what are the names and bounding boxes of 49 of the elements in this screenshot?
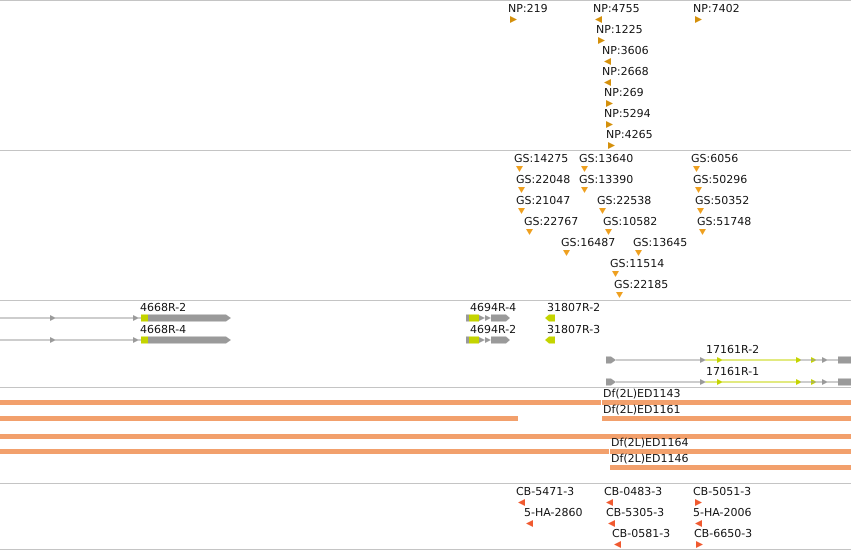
feature-label: GS:13640	[579, 152, 634, 165]
deficiency-label: Df(2L)ED1143	[603, 387, 680, 400]
feature-label: GS:13645	[633, 236, 688, 249]
deficiency-label: Df(2L)ED1164	[611, 436, 688, 449]
feature-label: NP:4265	[606, 128, 653, 141]
feature-label: NP:4755	[593, 2, 640, 15]
feature-label: 5-HA-2860	[524, 506, 582, 519]
transcript-label: 4668R-2	[140, 301, 186, 314]
feature-label: GS:22185	[614, 278, 668, 291]
feature-label: GS:22538	[597, 194, 652, 207]
transcript-label: 17161R-1	[706, 365, 760, 378]
feature-label: CB-5051-3	[693, 485, 752, 498]
feature-label: CB-0581-3	[612, 527, 670, 540]
feature-label: NP:5294	[604, 107, 651, 120]
feature-label: GS:50352	[695, 194, 750, 207]
feature-label: NP:7402	[693, 2, 740, 15]
feature-label: GS:11514	[610, 257, 664, 270]
feature-label: CB-5305-3	[606, 506, 664, 519]
feature-label: GS:10582	[603, 215, 658, 228]
feature-label: CB-5471-3	[516, 485, 574, 498]
feature-label: GS:50296	[693, 173, 748, 186]
feature-label: 5-HA-2006	[693, 506, 752, 519]
gene-model-drawing	[545, 336, 556, 344]
gene-model-drawing	[466, 336, 512, 344]
feature-label: CB-6650-3	[694, 527, 752, 540]
feature-label: GS:51748	[697, 215, 752, 228]
feature-label: NP:269	[604, 86, 644, 99]
feature-label: CB-0483-3	[604, 485, 662, 498]
deficiency-label: Df(2L)ED1161	[603, 403, 680, 416]
transcript-label: 31807R-2	[547, 301, 600, 314]
feature-label: NP:1225	[596, 23, 643, 36]
feature-label: GS:14275	[514, 152, 568, 165]
feature-label: NP:219	[508, 2, 548, 15]
gene-model-drawing	[466, 314, 512, 322]
feature-label: GS:6056	[691, 152, 738, 165]
transcript-label: 31807R-3	[547, 323, 600, 336]
transcript-label: 17161R-2	[706, 343, 760, 356]
feature-label: GS:21047	[516, 194, 570, 207]
deficiency-label: Df(2L)ED1146	[611, 452, 688, 465]
transcript-label: 4668R-4	[140, 323, 186, 336]
feature-label: GS:13390	[579, 173, 634, 186]
gene-model-drawing	[545, 314, 556, 322]
feature-label: GS:22767	[524, 215, 578, 228]
feature-label: NP:2668	[602, 65, 649, 78]
feature-label: NP:3606	[602, 44, 649, 57]
feature-label: GS:22048	[516, 173, 570, 186]
transcript-label: 4694R-2	[470, 323, 516, 336]
feature-label: GS:16487	[561, 236, 616, 249]
transcript-label: 4694R-4	[470, 301, 516, 314]
